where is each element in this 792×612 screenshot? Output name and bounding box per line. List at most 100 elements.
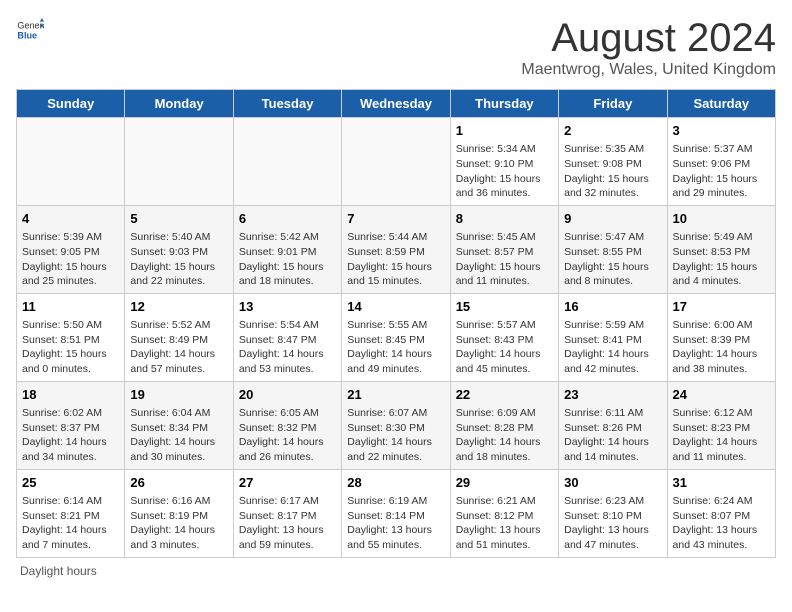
calendar-cell: 16 Sunrise: 5:59 AM Sunset: 8:41 PM Dayli…: [559, 293, 667, 381]
day-info: Sunrise: 6:07 AM Sunset: 8:30 PM Dayligh…: [347, 406, 444, 465]
calendar-cell: 6 Sunrise: 5:42 AM Sunset: 9:01 PM Daylig…: [233, 205, 341, 293]
calendar-cell: 20 Sunrise: 6:05 AM Sunset: 8:32 PM Dayli…: [233, 381, 341, 469]
calendar-cell: 4Sunrise: 5:39 AM Sunset: 9:05 PM Daylig…: [17, 205, 125, 293]
day-number: 30: [564, 474, 661, 492]
day-info: Sunrise: 5:47 AM Sunset: 8:55 PM Dayligh…: [564, 230, 661, 289]
day-number: 29: [456, 474, 553, 492]
day-info: Sunrise: 5:44 AM Sunset: 8:59 PM Dayligh…: [347, 230, 444, 289]
calendar-cell: 2Sunrise: 5:35 AM Sunset: 9:08 PM Daylig…: [559, 118, 667, 206]
day-number: 27: [239, 474, 336, 492]
day-info: Sunrise: 6:16 AM Sunset: 8:19 PM Dayligh…: [130, 494, 227, 553]
title-area: August 2024 Maentwrog, Wales, United Kin…: [521, 16, 776, 79]
weekday-header-row: SundayMondayTuesdayWednesdayThursdayFrid…: [17, 90, 776, 118]
day-info: Sunrise: 6:02 AM Sunset: 8:37 PM Dayligh…: [22, 406, 119, 465]
calendar-week-row: 18 Sunrise: 6:02 AM Sunset: 8:37 PM Dayli…: [17, 381, 776, 469]
calendar-cell: [125, 118, 233, 206]
calendar-cell: 9 Sunrise: 5:47 AM Sunset: 8:55 PM Daylig…: [559, 205, 667, 293]
calendar-cell: 23Sunrise: 6:11 AM Sunset: 8:26 PM Dayli…: [559, 381, 667, 469]
day-info: Sunrise: 6:17 AM Sunset: 8:17 PM Dayligh…: [239, 494, 336, 553]
generalblue-logo-icon: General Blue: [16, 16, 44, 44]
calendar-cell: 21 Sunrise: 6:07 AM Sunset: 8:30 PM Dayli…: [342, 381, 450, 469]
day-number: 26: [130, 474, 227, 492]
calendar-cell: 3 Sunrise: 5:37 AM Sunset: 9:06 PM Daylig…: [667, 118, 775, 206]
calendar-cell: 13 Sunrise: 5:54 AM Sunset: 8:47 PM Dayli…: [233, 293, 341, 381]
calendar-cell: 14Sunrise: 5:55 AM Sunset: 8:45 PM Dayli…: [342, 293, 450, 381]
calendar-cell: 28Sunrise: 6:19 AM Sunset: 8:14 PM Dayli…: [342, 469, 450, 557]
day-number: 31: [673, 474, 770, 492]
calendar-cell: [233, 118, 341, 206]
logo: General Blue: [16, 16, 44, 44]
day-number: 16: [564, 298, 661, 316]
calendar-cell: [342, 118, 450, 206]
day-number: 13: [239, 298, 336, 316]
calendar-cell: 17 Sunrise: 6:00 AM Sunset: 8:39 PM Dayli…: [667, 293, 775, 381]
day-info: Sunrise: 5:45 AM Sunset: 8:57 PM Dayligh…: [456, 230, 553, 289]
day-number: 20: [239, 386, 336, 404]
day-number: 11: [22, 298, 119, 316]
calendar-cell: 18 Sunrise: 6:02 AM Sunset: 8:37 PM Dayli…: [17, 381, 125, 469]
day-number: 24: [673, 386, 770, 404]
header: General Blue August 2024 Maentwrog, Wale…: [16, 16, 776, 79]
day-number: 15: [456, 298, 553, 316]
day-number: 18: [22, 386, 119, 404]
day-number: 3: [673, 122, 770, 140]
calendar-cell: 25 Sunrise: 6:14 AM Sunset: 8:21 PM Dayli…: [17, 469, 125, 557]
day-info: Sunrise: 5:40 AM Sunset: 9:03 PM Dayligh…: [130, 230, 227, 289]
day-number: 4: [22, 210, 119, 228]
weekday-header-friday: Friday: [559, 90, 667, 118]
day-info: Sunrise: 6:14 AM Sunset: 8:21 PM Dayligh…: [22, 494, 119, 553]
weekday-header-monday: Monday: [125, 90, 233, 118]
day-info: Sunrise: 6:23 AM Sunset: 8:10 PM Dayligh…: [564, 494, 661, 553]
day-info: Sunrise: 6:12 AM Sunset: 8:23 PM Dayligh…: [673, 406, 770, 465]
calendar-cell: 8Sunrise: 5:45 AM Sunset: 8:57 PM Daylig…: [450, 205, 558, 293]
day-info: Sunrise: 5:42 AM Sunset: 9:01 PM Dayligh…: [239, 230, 336, 289]
day-info: Sunrise: 5:49 AM Sunset: 8:53 PM Dayligh…: [673, 230, 770, 289]
day-info: Sunrise: 5:54 AM Sunset: 8:47 PM Dayligh…: [239, 318, 336, 377]
day-info: Sunrise: 5:34 AM Sunset: 9:10 PM Dayligh…: [456, 142, 553, 201]
day-info: Sunrise: 5:52 AM Sunset: 8:49 PM Dayligh…: [130, 318, 227, 377]
day-info: Sunrise: 5:57 AM Sunset: 8:43 PM Dayligh…: [456, 318, 553, 377]
day-info: Sunrise: 5:37 AM Sunset: 9:06 PM Dayligh…: [673, 142, 770, 201]
calendar-cell: 30 Sunrise: 6:23 AM Sunset: 8:10 PM Dayli…: [559, 469, 667, 557]
weekday-header-wednesday: Wednesday: [342, 90, 450, 118]
calendar-week-row: 1Sunrise: 5:34 AM Sunset: 9:10 PM Daylig…: [17, 118, 776, 206]
day-number: 19: [130, 386, 227, 404]
day-number: 17: [673, 298, 770, 316]
day-number: 25: [22, 474, 119, 492]
calendar-cell: 27 Sunrise: 6:17 AM Sunset: 8:17 PM Dayli…: [233, 469, 341, 557]
day-number: 21: [347, 386, 444, 404]
calendar-cell: [17, 118, 125, 206]
calendar-cell: 12Sunrise: 5:52 AM Sunset: 8:49 PM Dayli…: [125, 293, 233, 381]
calendar-cell: 22Sunrise: 6:09 AM Sunset: 8:28 PM Dayli…: [450, 381, 558, 469]
day-info: Sunrise: 6:00 AM Sunset: 8:39 PM Dayligh…: [673, 318, 770, 377]
day-info: Sunrise: 6:19 AM Sunset: 8:14 PM Dayligh…: [347, 494, 444, 553]
day-info: Sunrise: 6:24 AM Sunset: 8:07 PM Dayligh…: [673, 494, 770, 553]
calendar-cell: 10 Sunrise: 5:49 AM Sunset: 8:53 PM Dayli…: [667, 205, 775, 293]
weekday-header-tuesday: Tuesday: [233, 90, 341, 118]
day-info: Sunrise: 6:05 AM Sunset: 8:32 PM Dayligh…: [239, 406, 336, 465]
calendar-cell: 29Sunrise: 6:21 AM Sunset: 8:12 PM Dayli…: [450, 469, 558, 557]
day-number: 9: [564, 210, 661, 228]
weekday-header-sunday: Sunday: [17, 90, 125, 118]
calendar-cell: 15 Sunrise: 5:57 AM Sunset: 8:43 PM Dayli…: [450, 293, 558, 381]
day-info: Sunrise: 6:04 AM Sunset: 8:34 PM Dayligh…: [130, 406, 227, 465]
weekday-header-thursday: Thursday: [450, 90, 558, 118]
calendar-week-row: 25 Sunrise: 6:14 AM Sunset: 8:21 PM Dayli…: [17, 469, 776, 557]
day-number: 6: [239, 210, 336, 228]
day-number: 10: [673, 210, 770, 228]
svg-text:Blue: Blue: [17, 30, 37, 40]
day-info: Sunrise: 5:59 AM Sunset: 8:41 PM Dayligh…: [564, 318, 661, 377]
day-number: 22: [456, 386, 553, 404]
footer-note: Daylight hours: [16, 564, 776, 578]
day-number: 14: [347, 298, 444, 316]
calendar-cell: 5Sunrise: 5:40 AM Sunset: 9:03 PM Daylig…: [125, 205, 233, 293]
calendar-cell: 31 Sunrise: 6:24 AM Sunset: 8:07 PM Dayli…: [667, 469, 775, 557]
day-number: 2: [564, 122, 661, 140]
calendar-cell: 19 Sunrise: 6:04 AM Sunset: 8:34 PM Dayli…: [125, 381, 233, 469]
day-number: 23: [564, 386, 661, 404]
main-title: August 2024: [521, 16, 776, 61]
calendar-table: SundayMondayTuesdayWednesdayThursdayFrid…: [16, 89, 776, 558]
calendar-cell: 24 Sunrise: 6:12 AM Sunset: 8:23 PM Dayli…: [667, 381, 775, 469]
svg-text:General: General: [17, 21, 44, 31]
calendar-week-row: 11Sunrise: 5:50 AM Sunset: 8:51 PM Dayli…: [17, 293, 776, 381]
